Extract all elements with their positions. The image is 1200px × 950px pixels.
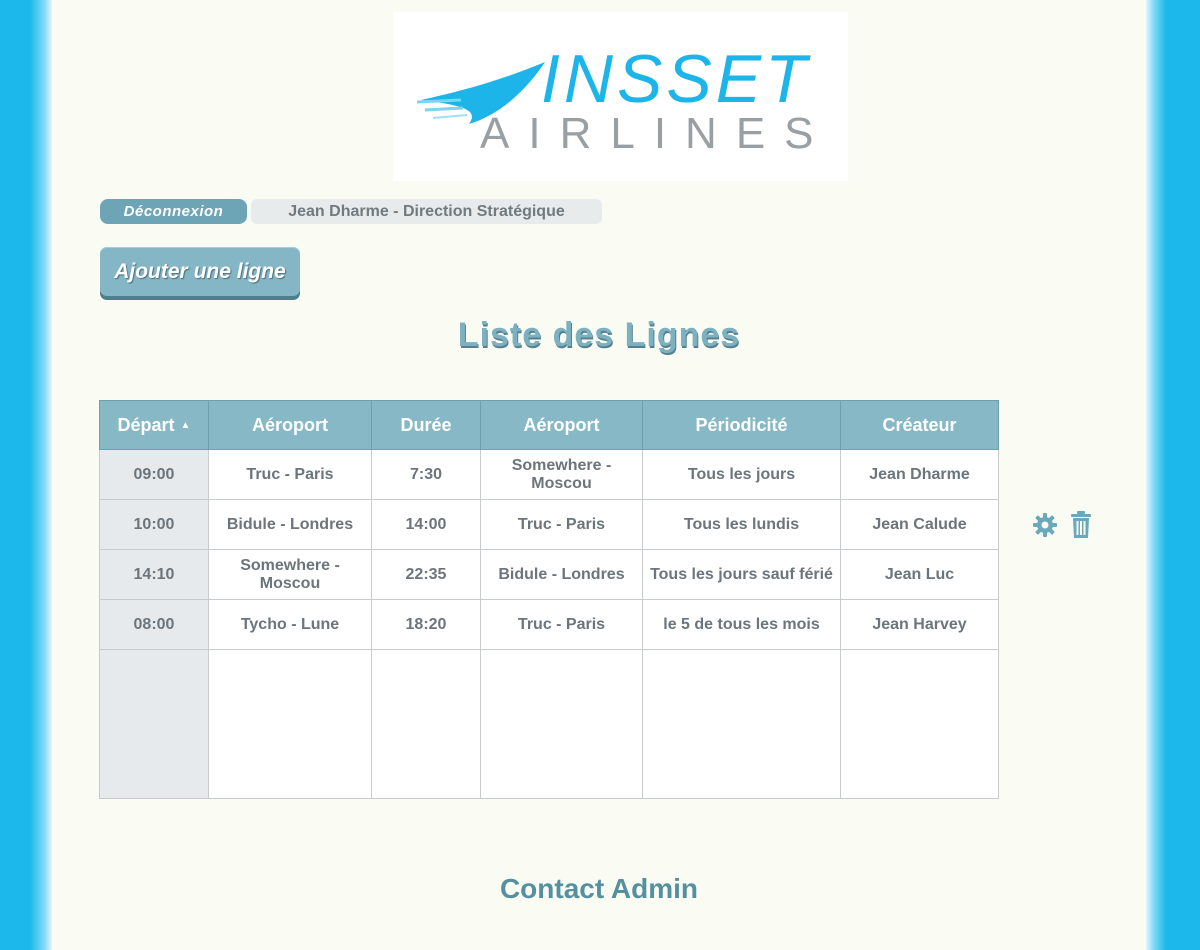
column-header-createur[interactable]: Créateur xyxy=(840,400,999,450)
right-border xyxy=(1146,0,1200,950)
cell-aeroport: Truc - Paris xyxy=(480,499,643,550)
table-row[interactable]: 08:00 Tycho - Lune 18:20 Truc - Paris le… xyxy=(99,599,999,650)
sort-asc-icon: ▲ xyxy=(180,420,191,432)
cell-createur: Jean Calude xyxy=(840,499,999,550)
user-info: Jean Dharme - Direction Stratégique xyxy=(251,199,602,224)
cell-periodicite: Tous les jours xyxy=(642,449,841,500)
column-header-aeroport-arrivee[interactable]: Aéroport xyxy=(480,400,643,450)
cell-aeroport: Bidule - Londres xyxy=(208,499,372,550)
table-empty-row xyxy=(99,649,999,799)
cell-createur: Jean Luc xyxy=(840,549,999,600)
cell-depart: 08:00 xyxy=(99,599,209,650)
cell-periodicite: Tous les lundis xyxy=(642,499,841,550)
cell-duree: 18:20 xyxy=(371,599,481,650)
page-container: INSSET AIRLINES Déconnexion Jean Dharme … xyxy=(52,0,1146,950)
table-row[interactable]: 10:00 Bidule - Londres 14:00 Truc - Pari… xyxy=(99,499,999,550)
logo-text-airlines: AIRLINES xyxy=(480,109,833,158)
cell-aeroport: Bidule - Londres xyxy=(480,549,643,600)
gear-icon[interactable] xyxy=(1032,512,1058,538)
logout-button[interactable]: Déconnexion xyxy=(100,199,247,224)
cell-depart: 10:00 xyxy=(99,499,209,550)
cell-aeroport: Truc - Paris xyxy=(208,449,372,500)
logo: INSSET AIRLINES xyxy=(393,12,848,181)
cell-duree: 14:00 xyxy=(371,499,481,550)
cell-aeroport: Somewhere - Moscou xyxy=(208,549,372,600)
table-header-row: Départ ▲ Aéroport Durée Aéroport Périodic… xyxy=(99,400,999,450)
cell-depart: 09:00 xyxy=(99,449,209,500)
cell-duree: 22:35 xyxy=(371,549,481,600)
column-header-duree[interactable]: Durée xyxy=(371,400,481,450)
cell-createur: Jean Harvey xyxy=(840,599,999,650)
left-border xyxy=(0,0,52,950)
column-header-depart[interactable]: Départ ▲ xyxy=(99,400,209,450)
cell-periodicite: Tous les jours sauf férié xyxy=(642,549,841,600)
logo-text-insset: INSSET xyxy=(541,41,811,117)
page-title: Liste des Lignes xyxy=(457,316,741,354)
contact-admin-link[interactable]: Contact Admin xyxy=(52,873,1146,905)
table-row[interactable]: 09:00 Truc - Paris 7:30 Somewhere - Mosc… xyxy=(99,449,999,500)
cell-aeroport: Somewhere - Moscou xyxy=(480,449,643,500)
column-header-periodicite[interactable]: Périodicité xyxy=(642,400,841,450)
cell-periodicite: le 5 de tous les mois xyxy=(642,599,841,650)
cell-createur: Jean Dharme xyxy=(840,449,999,500)
add-line-button[interactable]: Ajouter une ligne xyxy=(100,247,300,300)
column-header-aeroport-depart[interactable]: Aéroport xyxy=(208,400,372,450)
table-row[interactable]: 14:10 Somewhere - Moscou 22:35 Bidule - … xyxy=(99,549,999,600)
cell-aeroport: Truc - Paris xyxy=(480,599,643,650)
row-actions xyxy=(1032,511,1094,540)
cell-depart: 14:10 xyxy=(99,549,209,600)
lines-table: Départ ▲ Aéroport Durée Aéroport Périodic… xyxy=(99,400,999,799)
trash-icon[interactable] xyxy=(1070,511,1092,539)
cell-aeroport: Tycho - Lune xyxy=(208,599,372,650)
cell-duree: 7:30 xyxy=(371,449,481,500)
